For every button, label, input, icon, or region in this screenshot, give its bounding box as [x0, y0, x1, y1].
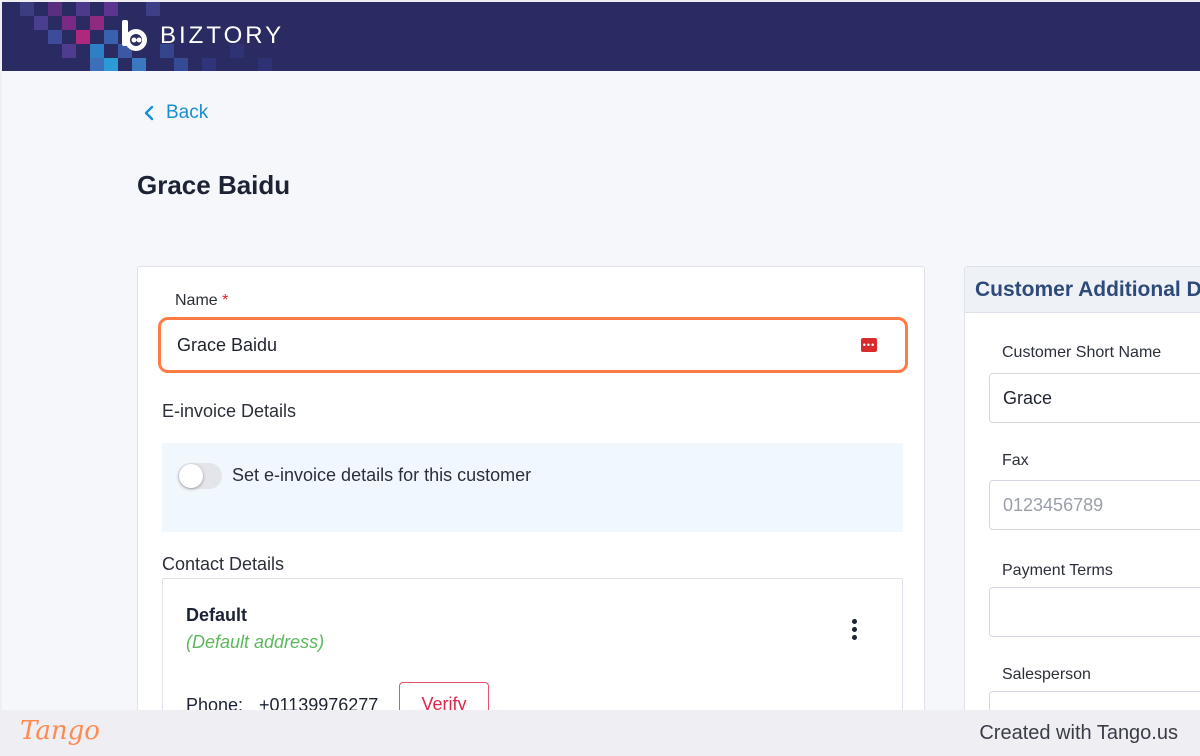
name-input-value: Grace Baidu — [177, 334, 278, 355]
customer-form-card: Name * Grace Baidu ••• E-invoice Details… — [137, 266, 925, 710]
side-card-header: Customer Additional De — [965, 267, 1200, 313]
short-name-label: Customer Short Name — [1002, 344, 1162, 361]
top-bar: BIZTORY — [2, 2, 1200, 71]
salesperson-label: Salesperson — [1002, 666, 1091, 683]
name-label-text: Name — [175, 292, 218, 309]
required-mark: * — [222, 292, 229, 309]
einvoice-toggle[interactable] — [178, 463, 222, 489]
kebab-icon[interactable] — [850, 619, 858, 643]
toggle-knob — [179, 464, 203, 488]
app-window: BIZTORY Back Grace Baidu Name * Grace Ba… — [2, 2, 1200, 710]
short-name-value: Grace — [1003, 387, 1053, 408]
side-card-title: Customer Additional De — [975, 278, 1200, 301]
default-address-label: (Default address) — [186, 632, 325, 652]
password-manager-icon[interactable]: ••• — [861, 338, 877, 352]
fax-placeholder: 0123456789 — [1003, 494, 1104, 515]
footer-bar: Tango Created with Tango.us — [0, 710, 1200, 756]
phone-value: +01139976277 — [259, 695, 379, 710]
back-label: Back — [166, 102, 209, 123]
einvoice-toggle-label: Set e-invoice details for this customer — [232, 465, 532, 485]
salesperson-input[interactable] — [989, 691, 1200, 710]
contact-section-title: Contact Details — [162, 554, 285, 574]
brand-name: BIZTORY — [160, 22, 285, 49]
name-field-label: Name * — [175, 292, 228, 310]
tango-logo: Tango — [20, 716, 100, 746]
name-input[interactable]: Grace Baidu ••• — [158, 317, 908, 373]
payment-terms-input[interactable] — [989, 587, 1200, 637]
chevron-left-icon — [144, 105, 154, 121]
short-name-input[interactable]: Grace — [989, 373, 1200, 423]
fax-label: Fax — [1002, 452, 1029, 469]
tango-credit: Created with Tango.us — [979, 722, 1178, 744]
page-title: Grace Baidu — [137, 170, 291, 200]
einvoice-panel: Set e-invoice details for this customer — [162, 443, 903, 532]
fax-input[interactable]: 0123456789 — [989, 480, 1200, 530]
brand-logo[interactable]: BIZTORY — [118, 16, 284, 56]
biztory-logo-icon — [118, 18, 154, 54]
back-link[interactable]: Back — [144, 102, 208, 124]
phone-label: Phone: — [186, 695, 244, 710]
contact-name: Default — [186, 605, 248, 625]
verify-button[interactable]: Verify — [399, 682, 489, 710]
contact-card: Default (Default address) Phone: +011399… — [162, 578, 903, 710]
payment-terms-label: Payment Terms — [1002, 562, 1113, 579]
customer-additional-details-card: Customer Additional De Customer Short Na… — [964, 266, 1200, 710]
einvoice-section-title: E-invoice Details — [162, 401, 297, 421]
